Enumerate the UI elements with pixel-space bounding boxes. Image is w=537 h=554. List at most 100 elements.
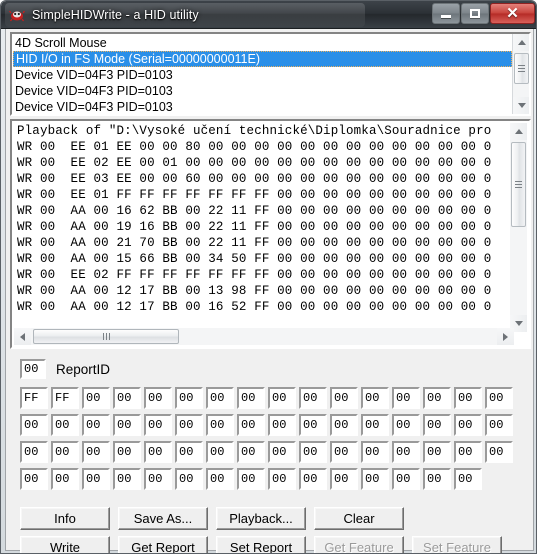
byte-input[interactable]: 00: [82, 387, 110, 409]
scrollbar-thumb[interactable]: [511, 142, 526, 227]
byte-input[interactable]: 00: [113, 468, 141, 490]
chevron-left-icon: [20, 332, 25, 341]
scroll-up-button[interactable]: [513, 34, 529, 51]
byte-input[interactable]: 00: [237, 441, 265, 463]
scroll-down-button[interactable]: [513, 97, 529, 114]
byte-input[interactable]: 00: [144, 441, 172, 463]
maximize-button[interactable]: [461, 3, 489, 24]
byte-input[interactable]: 00: [268, 468, 296, 490]
report-id-input[interactable]: 00: [20, 359, 46, 379]
byte-input[interactable]: 00: [206, 414, 234, 436]
get-feature-button: Get Feature: [314, 536, 404, 553]
byte-input[interactable]: 00: [82, 441, 110, 463]
info-button[interactable]: Info: [20, 507, 110, 530]
byte-input[interactable]: 00: [206, 441, 234, 463]
byte-input[interactable]: 00: [485, 387, 513, 409]
byte-input[interactable]: 00: [454, 414, 482, 436]
byte-input[interactable]: 00: [299, 387, 327, 409]
byte-input[interactable]: 00: [454, 468, 482, 490]
byte-input[interactable]: 00: [20, 414, 48, 436]
byte-input[interactable]: 00: [82, 414, 110, 436]
byte-input[interactable]: 00: [175, 414, 203, 436]
byte-input[interactable]: 00: [237, 468, 265, 490]
log-output[interactable]: Playback of "D:\Vysoké učení technické\D…: [10, 119, 531, 349]
byte-input[interactable]: 00: [330, 468, 358, 490]
write-button[interactable]: Write: [20, 536, 110, 553]
log-line: WR 00 EE 02 EE 00 01 00 00 00 00 00 00 0…: [17, 156, 492, 170]
byte-input[interactable]: 00: [423, 414, 451, 436]
byte-input[interactable]: 00: [299, 414, 327, 436]
playback-button[interactable]: Playback...: [216, 507, 306, 530]
list-item[interactable]: Device VID=04F3 PID=0103: [13, 83, 512, 99]
byte-input[interactable]: 00: [392, 468, 420, 490]
byte-input[interactable]: 00: [268, 387, 296, 409]
byte-input[interactable]: 00: [268, 441, 296, 463]
set-report-button[interactable]: Set Report: [216, 536, 306, 553]
byte-input[interactable]: 00: [175, 387, 203, 409]
byte-input[interactable]: 00: [175, 441, 203, 463]
byte-input[interactable]: 00: [299, 441, 327, 463]
byte-input[interactable]: 00: [268, 414, 296, 436]
save-as-button[interactable]: Save As...: [118, 507, 208, 530]
byte-input[interactable]: 00: [299, 468, 327, 490]
clear-button[interactable]: Clear: [314, 507, 404, 530]
byte-input[interactable]: 00: [206, 468, 234, 490]
byte-input[interactable]: 00: [206, 387, 234, 409]
byte-input[interactable]: 00: [423, 441, 451, 463]
byte-input[interactable]: 00: [330, 414, 358, 436]
device-list-scrollbar[interactable]: [512, 34, 529, 114]
minimize-button[interactable]: [432, 3, 460, 24]
list-item[interactable]: Device VID=04F3 PID=0103: [13, 99, 512, 114]
byte-input[interactable]: 00: [485, 441, 513, 463]
byte-input[interactable]: 00: [237, 414, 265, 436]
close-button[interactable]: ✕: [490, 3, 535, 24]
byte-input[interactable]: 00: [361, 387, 389, 409]
byte-input[interactable]: 00: [113, 441, 141, 463]
byte-input[interactable]: 00: [82, 468, 110, 490]
byte-input[interactable]: FF: [51, 387, 79, 409]
byte-input[interactable]: 00: [361, 441, 389, 463]
report-data-grid: FF FF 00 00 00 00 00 00 00 00 00 00 00 0…: [20, 387, 525, 495]
byte-input[interactable]: 00: [361, 468, 389, 490]
byte-input[interactable]: 00: [175, 468, 203, 490]
byte-input[interactable]: 00: [20, 441, 48, 463]
byte-input[interactable]: 00: [113, 414, 141, 436]
list-item[interactable]: Device VID=04F3 PID=0103: [13, 67, 512, 83]
list-item-selected[interactable]: HID I/O in FS Mode (Serial=00000000011E): [13, 51, 512, 67]
byte-input[interactable]: 00: [330, 441, 358, 463]
byte-input[interactable]: 00: [144, 468, 172, 490]
byte-input[interactable]: 00: [113, 387, 141, 409]
byte-input[interactable]: 00: [361, 414, 389, 436]
scrollbar-thumb[interactable]: [514, 53, 529, 84]
scroll-left-button[interactable]: [14, 328, 31, 345]
byte-input[interactable]: 00: [237, 387, 265, 409]
byte-input[interactable]: 00: [20, 468, 48, 490]
byte-input[interactable]: 00: [144, 387, 172, 409]
byte-input[interactable]: 00: [454, 387, 482, 409]
byte-input[interactable]: 00: [51, 414, 79, 436]
byte-input[interactable]: 00: [330, 387, 358, 409]
device-list[interactable]: 4D Scroll Mouse HID I/O in FS Mode (Seri…: [10, 32, 531, 116]
byte-input[interactable]: 00: [454, 441, 482, 463]
chevron-down-icon: [517, 103, 526, 108]
log-horizontal-scrollbar[interactable]: [14, 328, 514, 345]
byte-input[interactable]: 00: [392, 441, 420, 463]
list-item[interactable]: 4D Scroll Mouse: [13, 35, 512, 51]
scrollbar-thumb[interactable]: [33, 329, 179, 344]
scroll-up-button[interactable]: [510, 123, 527, 140]
byte-input[interactable]: FF: [20, 387, 48, 409]
byte-input[interactable]: 00: [392, 414, 420, 436]
byte-input[interactable]: 00: [51, 468, 79, 490]
byte-input[interactable]: 00: [485, 414, 513, 436]
log-vertical-scrollbar[interactable]: [510, 123, 527, 332]
byte-input[interactable]: 00: [51, 441, 79, 463]
title-bar[interactable]: SimpleHIDWrite - a HID utility ✕: [1, 1, 536, 29]
log-lines: Playback of "D:\Vysoké učení technické\D…: [14, 123, 514, 332]
window-title: SimpleHIDWrite - a HID utility: [32, 7, 199, 22]
byte-input[interactable]: 00: [423, 387, 451, 409]
byte-input[interactable]: 00: [144, 414, 172, 436]
byte-input[interactable]: 00: [423, 468, 451, 490]
byte-input[interactable]: 00: [392, 387, 420, 409]
get-report-button[interactable]: Get Report: [118, 536, 208, 553]
scroll-right-button[interactable]: [497, 328, 514, 345]
